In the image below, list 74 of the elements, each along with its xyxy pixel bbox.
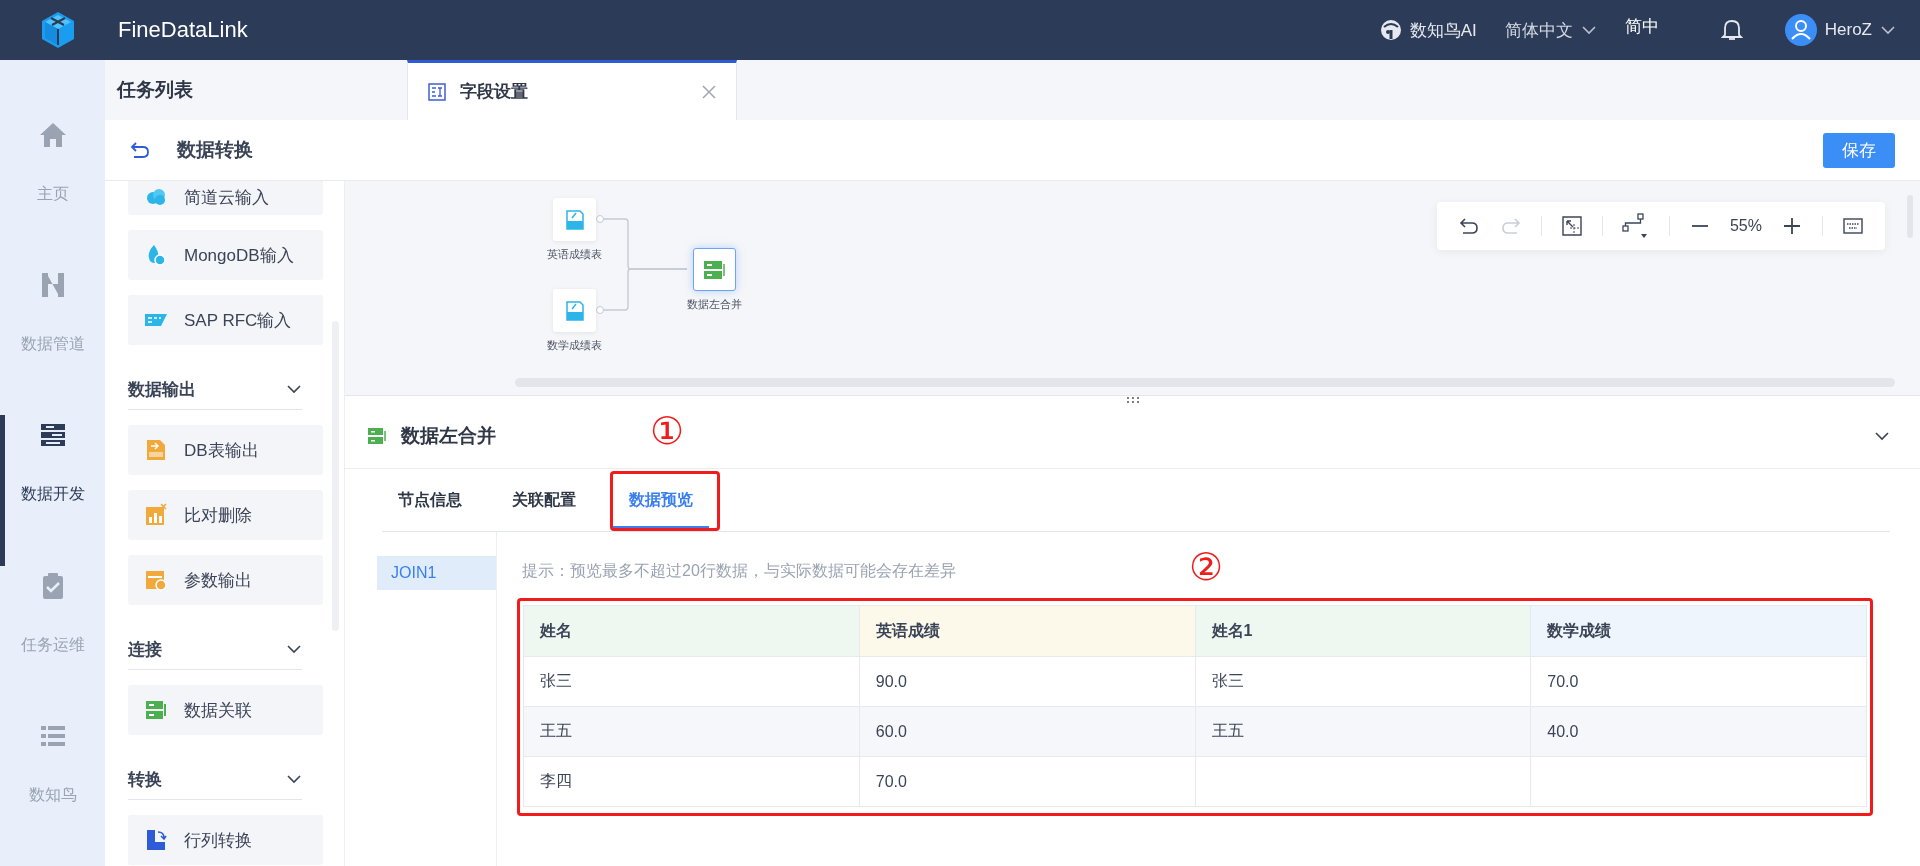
page-title: 数据转换: [177, 138, 253, 162]
merge-node-icon: [367, 427, 387, 445]
nav-item[interactable]: 数据开发: [0, 415, 105, 566]
chevron-down-icon: [1580, 25, 1597, 35]
panel-tab[interactable]: 关联配置: [496, 469, 592, 531]
redo-icon: [1501, 217, 1521, 235]
panel-tab[interactable]: 数据预览: [613, 474, 709, 528]
resize-handle-icon[interactable]: [1125, 396, 1140, 404]
join-icon: [144, 698, 168, 722]
form-icon: [428, 82, 446, 101]
annotation-number: ②: [1189, 548, 1224, 586]
palette-item[interactable]: SAP RFC输入: [128, 295, 323, 345]
user-menu[interactable]: HeroZ: [1784, 14, 1896, 46]
table-cell: 王五: [1211, 722, 1244, 739]
column-header: 数学成绩: [1530, 605, 1867, 657]
zoom-level: 55%: [1729, 217, 1762, 235]
table-cell: 70.0: [875, 772, 907, 790]
column-header: 英语成绩: [859, 605, 1195, 657]
chevron-down-icon: [1880, 25, 1896, 35]
column-header: 姓名1: [1195, 605, 1531, 657]
table-cell: 王五: [540, 722, 572, 739]
avatar-icon: [1784, 14, 1817, 46]
palette-section-header[interactable]: 数据输出: [128, 369, 302, 410]
palette-section-header[interactable]: 转换: [128, 759, 302, 800]
palette-item[interactable]: DB表输出: [128, 425, 323, 475]
panel-tab[interactable]: 节点信息: [382, 469, 478, 531]
table-cell: 张三: [540, 672, 572, 689]
node-label: 数据左合并: [687, 297, 742, 312]
database-icon: [563, 299, 586, 322]
notification-bell-icon[interactable]: [1720, 18, 1743, 42]
chevron-icon: [286, 644, 302, 654]
table-cell: 60.0: [875, 722, 907, 740]
chevron-icon: [286, 384, 302, 394]
collapse-chevron-icon[interactable]: [1874, 431, 1890, 441]
palette-item[interactable]: 行列转换: [128, 815, 323, 865]
panel-title: 数据左合并: [401, 424, 496, 448]
table-cell: 40.0: [1547, 722, 1579, 740]
minus-icon: [1690, 225, 1709, 227]
keyboard-icon: [1843, 218, 1863, 234]
undo-icon: [1459, 217, 1479, 235]
node-label: 英语成绩表: [547, 247, 602, 262]
bird-logo-icon: [1379, 19, 1402, 41]
node-label: 数学成绩表: [547, 338, 602, 353]
ai-assistant-link[interactable]: 数知鸟AI: [1379, 18, 1477, 42]
palette-item[interactable]: 参数输出: [128, 555, 323, 605]
palette-item[interactable]: 数据关联: [128, 685, 323, 735]
document-tab[interactable]: 字段设置: [407, 60, 737, 120]
database-icon: [563, 208, 586, 231]
table-cell: 李四: [540, 772, 572, 789]
cube-logo-icon: [40, 11, 76, 49]
palette-item[interactable]: 简道云输入: [128, 181, 323, 215]
fit-view-icon: [1562, 216, 1582, 236]
flow-node[interactable]: [553, 198, 596, 241]
merge-icon: [702, 258, 727, 281]
annotation-number: ①: [650, 412, 685, 450]
hint-text: 提示：预览最多不超过20行数据，与实际数据可能会存在差异: [522, 560, 956, 581]
back-arrow-icon[interactable]: [130, 141, 150, 159]
palette-section-header[interactable]: 连接: [128, 629, 302, 670]
task-list-title: 任务列表: [115, 78, 194, 102]
language-toggle[interactable]: 简中: [1624, 14, 1659, 38]
table-cell: 90.0: [875, 672, 907, 690]
close-icon[interactable]: [702, 84, 716, 99]
column-header: 姓名: [523, 605, 860, 657]
flow-node[interactable]: [553, 289, 596, 332]
table-cell: 张三: [1211, 672, 1244, 689]
plus-icon: [1783, 217, 1801, 235]
param-icon: [144, 568, 168, 592]
table-cell: 70.0: [1547, 672, 1579, 690]
brand-name: FineDataLink: [118, 17, 248, 43]
palette-item[interactable]: 比对删除: [128, 490, 323, 540]
chevron-icon: [286, 774, 302, 784]
flow-node[interactable]: [693, 248, 736, 291]
language-dropdown[interactable]: 简体中文: [1504, 18, 1597, 42]
palette-item[interactable]: MongoDB输入: [128, 230, 323, 280]
